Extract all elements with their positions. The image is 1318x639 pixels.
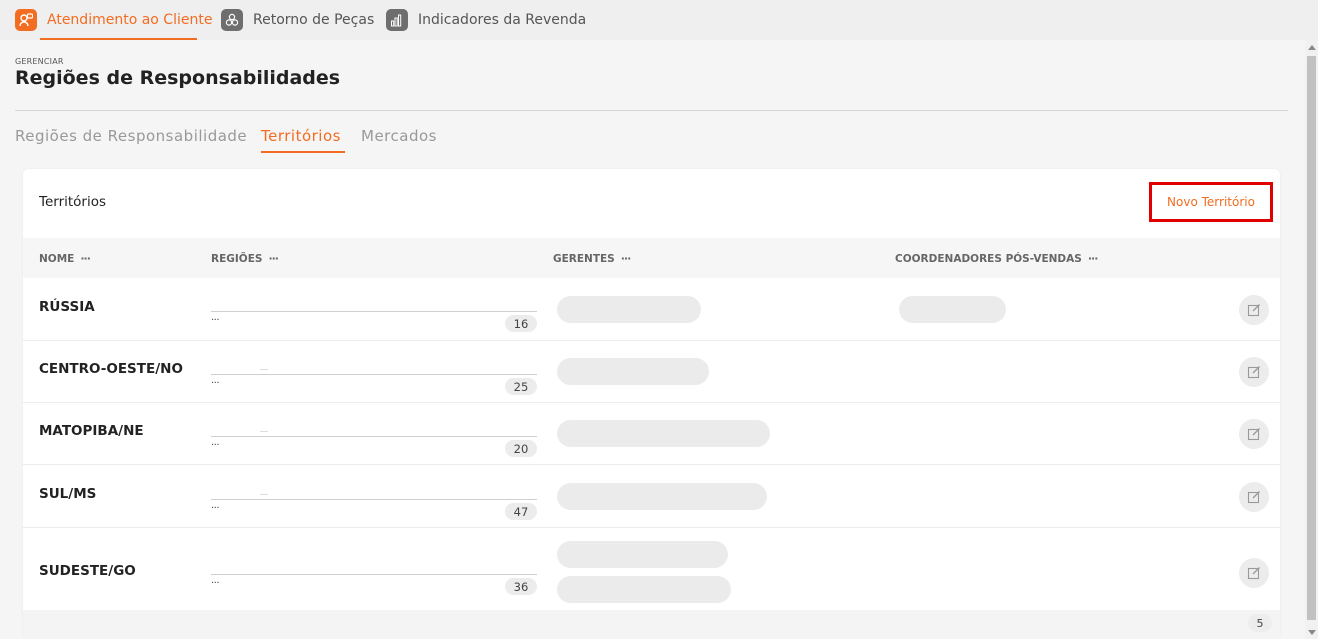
regions-more[interactable]: ···	[211, 440, 220, 451]
table-row[interactable]: MATOPIBA/NE ··· 20	[23, 403, 1280, 465]
table-footer: 5	[23, 610, 1280, 639]
territories-card: Territórios Novo Território NOME ··· REG…	[23, 169, 1280, 639]
manager-placeholder	[557, 483, 767, 510]
active-app-indicator	[40, 38, 197, 40]
app-tab-label: Retorno de Peças	[253, 12, 375, 28]
regions-count-badge: 47	[505, 503, 537, 520]
column-menu-icon[interactable]: ···	[621, 252, 632, 265]
column-header-regioes[interactable]: REGIÕES ···	[211, 252, 279, 265]
regions-count-badge: 25	[505, 378, 537, 395]
parts-icon	[221, 9, 243, 31]
column-header-nome[interactable]: NOME ···	[39, 252, 91, 265]
column-label: REGIÕES	[211, 252, 263, 265]
regions-divider	[211, 436, 537, 437]
territory-name: SUDESTE/GO	[39, 563, 136, 579]
edit-icon	[1247, 567, 1260, 580]
manager-placeholder	[557, 576, 731, 603]
regions-divider	[211, 374, 537, 375]
header-divider	[15, 110, 1288, 111]
table-row[interactable]: RÚSSIA ··· 16	[23, 278, 1280, 341]
edit-button[interactable]	[1239, 419, 1269, 449]
column-menu-icon[interactable]: ···	[1088, 252, 1099, 265]
edit-button[interactable]	[1239, 357, 1269, 387]
territory-name: RÚSSIA	[39, 299, 95, 315]
manager-placeholder	[557, 541, 728, 568]
regions-count-badge: 36	[505, 578, 537, 595]
regions-more[interactable]: ···	[211, 503, 220, 514]
manager-placeholder	[557, 296, 701, 323]
column-label: GERENTES	[553, 252, 615, 265]
regions-count-badge: 20	[505, 440, 537, 457]
support-icon	[15, 9, 37, 31]
bar-chart-icon	[386, 9, 408, 31]
edit-button[interactable]	[1239, 295, 1269, 325]
manager-placeholder	[557, 420, 770, 447]
regions-divider	[211, 311, 537, 312]
table-header: NOME ··· REGIÕES ··· GERENTES ··· COORDE…	[23, 238, 1280, 278]
regions-truncated-mark	[260, 369, 268, 370]
app-bar: Atendimento ao Cliente Retorno de Peças …	[0, 0, 1318, 40]
page-scrollbar[interactable]	[1305, 40, 1318, 639]
regions-count-badge: 16	[505, 315, 537, 332]
table-row[interactable]: SUL/MS ··· 47	[23, 465, 1280, 528]
regions-divider	[211, 499, 537, 500]
territory-name: SUL/MS	[39, 486, 97, 502]
regions-more[interactable]: ···	[211, 378, 220, 389]
scroll-thumb[interactable]	[1307, 56, 1316, 620]
total-count-badge: 5	[1248, 614, 1272, 632]
card-title: Territórios	[39, 194, 107, 210]
territory-name: MATOPIBA/NE	[39, 423, 144, 439]
column-menu-icon[interactable]: ···	[268, 252, 279, 265]
regions-divider	[211, 574, 537, 575]
app-tab-label: Atendimento ao Cliente	[47, 12, 213, 28]
app-tab-label: Indicadores da Revenda	[418, 12, 587, 28]
tab-territorios[interactable]: Territórios	[261, 127, 341, 145]
territory-name: CENTRO-OESTE/NO	[39, 361, 183, 377]
edit-icon	[1247, 428, 1260, 441]
regions-truncated-mark	[260, 431, 268, 432]
column-header-coordenadores[interactable]: COORDENADORES PÓS-VENDAS ···	[895, 252, 1099, 265]
regions-more[interactable]: ···	[211, 578, 220, 589]
column-menu-icon[interactable]: ···	[80, 252, 91, 265]
page-eyebrow: GERENCIAR	[15, 57, 64, 66]
edit-button[interactable]	[1239, 482, 1269, 512]
app-tab-atendimento[interactable]: Atendimento ao Cliente	[15, 6, 212, 34]
edit-icon	[1247, 491, 1260, 504]
table-row[interactable]: SUDESTE/GO ··· 36	[23, 528, 1280, 610]
app-tab-indicadores[interactable]: Indicadores da Revenda	[386, 6, 586, 34]
page-title: Regiões de Responsabilidades	[15, 67, 341, 89]
tab-mercados[interactable]: Mercados	[361, 127, 437, 145]
tab-regioes[interactable]: Regiões de Responsabilidade	[15, 127, 247, 145]
edit-button[interactable]	[1239, 558, 1269, 588]
edit-icon	[1247, 304, 1260, 317]
column-label: COORDENADORES PÓS-VENDAS	[895, 252, 1082, 265]
manager-placeholder	[557, 358, 709, 385]
column-label: NOME	[39, 252, 75, 265]
app-tab-retorno[interactable]: Retorno de Peças	[221, 6, 374, 34]
regions-truncated-mark	[260, 494, 268, 495]
new-territory-button[interactable]: Novo Território	[1149, 182, 1273, 222]
scroll-down-arrow-icon[interactable]	[1308, 630, 1316, 635]
scroll-up-arrow-icon[interactable]	[1308, 45, 1316, 50]
edit-icon	[1247, 366, 1260, 379]
regions-more[interactable]: ···	[211, 315, 220, 326]
active-subtab-indicator	[261, 151, 345, 153]
coordinator-placeholder	[899, 296, 1006, 323]
table-row[interactable]: CENTRO-OESTE/NO ··· 25	[23, 341, 1280, 403]
column-header-gerentes[interactable]: GERENTES ···	[553, 252, 632, 265]
